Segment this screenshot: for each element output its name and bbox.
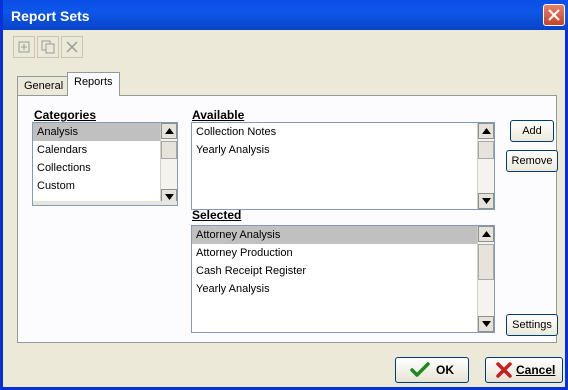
categories-label: Categories [34,108,97,122]
copy-button[interactable] [37,36,59,58]
scroll-up-button[interactable] [478,123,494,139]
ok-button[interactable]: OK [395,357,469,383]
chevron-up-icon [165,128,174,134]
selected-label: Selected [192,208,242,222]
cancel-x-icon [496,362,512,378]
ok-label: OK [436,363,454,377]
tab-general[interactable]: General [17,76,71,96]
list-item[interactable]: Custom [33,177,177,195]
chevron-down-icon [165,194,174,200]
settings-button[interactable]: Settings [506,314,558,336]
reports-panel: Categories Analysis Calendars Collection… [17,95,558,343]
horizontal-scrollbar[interactable] [33,201,177,205]
vertical-scrollbar[interactable] [160,123,177,205]
cancel-button[interactable]: Cancel [485,357,563,383]
list-item[interactable]: Yearly Analysis [192,141,494,159]
scroll-thumb[interactable] [478,244,494,280]
list-item[interactable]: Collections [33,159,177,177]
chevron-up-icon [482,231,491,237]
delete-icon [66,41,78,53]
list-item[interactable]: Attorney Analysis [192,226,494,244]
delete-button[interactable] [61,36,83,58]
list-item[interactable]: Analysis [33,123,177,141]
scroll-down-button[interactable] [478,316,494,332]
selected-listbox[interactable]: Attorney Analysis Attorney Production Ca… [191,225,495,333]
list-item[interactable]: Collection Notes [192,123,494,141]
new-button[interactable] [13,36,35,58]
scroll-down-button[interactable] [478,193,494,209]
available-label: Available [192,108,245,122]
add-button[interactable]: Add [510,120,554,142]
new-icon [18,41,30,53]
remove-button[interactable]: Remove [506,150,558,172]
categories-listbox[interactable]: Analysis Calendars Collections Custom [32,122,178,206]
checkmark-icon [410,362,430,377]
scroll-thumb[interactable] [478,141,494,159]
copy-icon [41,40,55,54]
list-item[interactable]: Attorney Production [192,244,494,262]
available-listbox[interactable]: Collection Notes Yearly Analysis [191,122,495,210]
tab-reports[interactable]: Reports [67,72,120,96]
scroll-up-button[interactable] [478,226,494,242]
title-bar[interactable]: Report Sets [3,0,568,30]
list-item[interactable]: Cash Receipt Register [192,262,494,280]
list-item[interactable]: Yearly Analysis [192,280,494,298]
report-sets-window: Report Sets General Reports Categories A… [0,0,568,390]
chevron-down-icon [482,198,491,204]
chevron-down-icon [482,321,491,327]
window-title: Report Sets [11,8,90,24]
vertical-scrollbar[interactable] [477,226,494,332]
scroll-thumb[interactable] [161,141,177,159]
chevron-up-icon [482,128,491,134]
toolbar [13,36,93,60]
vertical-scrollbar[interactable] [477,123,494,209]
list-item[interactable]: Calendars [33,141,177,159]
close-icon [548,9,560,21]
close-button[interactable] [543,4,565,26]
scroll-up-button[interactable] [161,123,177,139]
cancel-label: Cancel [516,363,556,377]
